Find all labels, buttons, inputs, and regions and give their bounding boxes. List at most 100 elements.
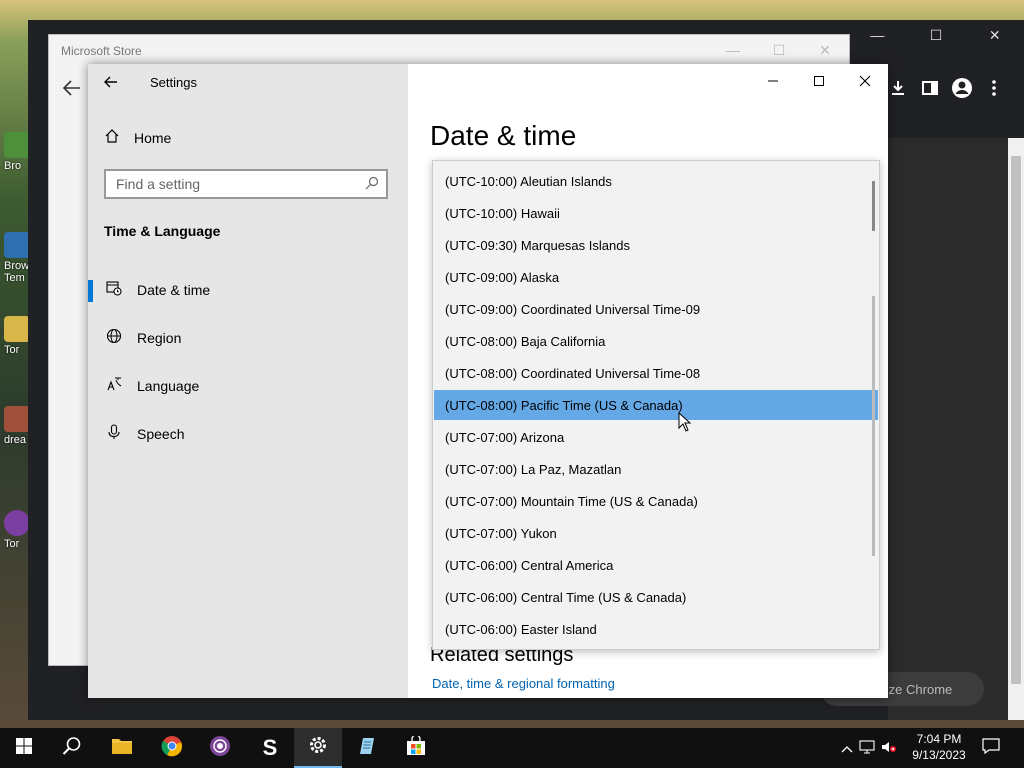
time-zone-dropdown-list[interactable]: (UTC-10:00) Aleutian Islands (UTC-10:00)… [432,160,880,650]
settings-app-title: Settings [150,75,197,90]
minimize-button[interactable] [750,64,796,98]
back-arrow-icon[interactable] [104,72,118,93]
start-button[interactable] [0,728,48,768]
close-button[interactable] [842,64,888,98]
taskbar-file-explorer[interactable] [98,728,146,768]
system-tray [838,728,900,768]
tor-browser-icon [4,510,30,536]
time-zone-option[interactable]: (UTC-06:00) Central America [434,550,878,580]
store-back-arrow-icon[interactable] [62,79,81,102]
date-time-regional-formatting-link[interactable]: Date, time & regional formatting [432,676,615,691]
settings-nav-pane: Settings Home Find a setting Time & Lang… [88,64,408,698]
store-window-title: Microsoft Store [61,44,142,58]
time-zone-option[interactable]: (UTC-07:00) La Paz, Mazatlan [434,454,878,484]
selection-indicator [88,376,93,398]
desktop-icon-label: Brow Tem [4,260,30,284]
taskbar: S 7:04 PM 9/13/2023 [0,728,1024,768]
microphone-icon [88,424,137,444]
chrome-icon [161,735,183,762]
store-close-button[interactable]: ✕ [805,39,845,61]
image-file-icon [4,406,30,432]
store-minimize-button[interactable]: — [713,39,753,61]
side-panel-icon[interactable] [918,76,942,100]
start-icon [16,737,32,759]
selection-indicator [88,424,93,446]
time-zone-option[interactable]: (UTC-07:00) Yukon [434,518,878,548]
chrome-close-button[interactable]: ✕ [965,20,1024,50]
sidebar-item-label: Region [137,330,182,346]
sidebar-item-speech[interactable]: Speech [88,414,408,454]
taskbar-chrome[interactable] [148,728,196,768]
time-zone-option[interactable]: (UTC-09:00) Coordinated Universal Time-0… [434,294,878,324]
s-app-icon: S [262,735,278,760]
clock-time: 7:04 PM [916,732,962,746]
browser-app-icon [4,132,30,158]
sidebar-item-date-time[interactable]: Date & time [88,270,408,310]
time-zone-option[interactable]: (UTC-08:00) Coordinated Universal Time-0… [434,358,878,388]
store-maximize-button[interactable]: ☐ [759,39,799,61]
time-zone-option[interactable]: (UTC-10:00) Aleutian Islands [434,166,878,196]
time-zone-option-selected[interactable]: (UTC-08:00) Pacific Time (US & Canada) [434,390,878,420]
dropdown-scrollbar-thumb[interactable] [872,181,875,231]
chrome-maximize-button[interactable]: ☐ [907,20,966,50]
language-icon [88,376,137,396]
tor-icon [209,735,231,762]
taskbar-clock[interactable]: 7:04 PM 9/13/2023 [906,731,972,763]
nav-home-label: Home [134,129,172,146]
taskbar-tor-browser[interactable] [196,728,244,768]
time-zone-option[interactable]: (UTC-09:30) Marquesas Islands [434,230,878,260]
search-icon [62,736,82,761]
taskbar-s-app[interactable]: S [246,728,294,768]
folder-icon [4,316,30,342]
chrome-title-controls: — ☐ ✕ [848,20,1024,50]
search-icon[interactable] [358,176,386,193]
globe-icon [88,328,137,348]
store-icon [405,733,427,761]
chrome-minimize-button[interactable]: — [848,20,907,50]
taskbar-search-button[interactable] [48,728,96,768]
chevron-up-icon[interactable] [838,741,856,756]
sidebar-item-region[interactable]: Region [88,318,408,358]
search-input[interactable]: Find a setting [106,176,358,192]
nav-home-link[interactable]: Home [104,128,171,147]
selection-indicator [88,280,93,302]
chrome-scrollbar-thumb[interactable] [1011,156,1021,684]
maximize-button[interactable] [796,64,842,98]
time-zone-option[interactable]: (UTC-06:00) Easter Island [434,614,878,644]
clock-date: 9/13/2023 [912,748,966,762]
time-zone-option[interactable]: (UTC-10:00) Hawaii [434,198,878,228]
download-icon[interactable] [886,76,910,100]
sidebar-item-language[interactable]: Language [88,366,408,406]
file-explorer-icon [111,737,133,760]
settings-icon [308,735,328,760]
nav-section-title: Time & Language [104,223,221,239]
chrome-scrollbar[interactable] [1008,138,1024,720]
dropdown-scrollbar-track[interactable] [872,296,875,556]
browser-template-icon [4,232,30,258]
page-title: Date & time [430,120,577,151]
find-setting-search-box[interactable]: Find a setting [104,169,388,199]
time-zone-option[interactable]: (UTC-07:00) Mountain Time (US & Canada) [434,486,878,516]
notepad-icon [358,736,378,761]
profile-avatar-icon[interactable] [950,76,974,100]
desktop-icon-label: Bro [4,160,22,172]
taskbar-microsoft-store[interactable] [392,728,440,768]
taskbar-settings[interactable] [294,728,342,768]
calendar-clock-icon [88,280,137,300]
time-zone-option[interactable]: (UTC-09:00) Alaska [434,262,878,292]
desktop-icon-label: Tor [4,538,20,550]
sidebar-item-label: Date & time [137,282,211,298]
more-menu-icon[interactable] [982,76,1006,100]
action-center-button[interactable] [968,728,1014,768]
notification-icon [982,737,1000,759]
time-zone-option[interactable]: (UTC-08:00) Baja California [434,326,878,356]
dropdown-scrollbar[interactable] [870,181,878,559]
taskbar-notepad[interactable] [344,728,392,768]
sidebar-item-label: Language [137,378,200,394]
time-zone-option[interactable]: (UTC-07:00) Arizona [434,422,878,452]
time-zone-option[interactable]: (UTC-06:00) Central Time (US & Canada) [434,582,878,612]
network-icon[interactable] [856,739,878,757]
home-icon [104,128,120,147]
volume-muted-icon[interactable] [878,740,900,757]
selection-indicator [88,328,93,350]
